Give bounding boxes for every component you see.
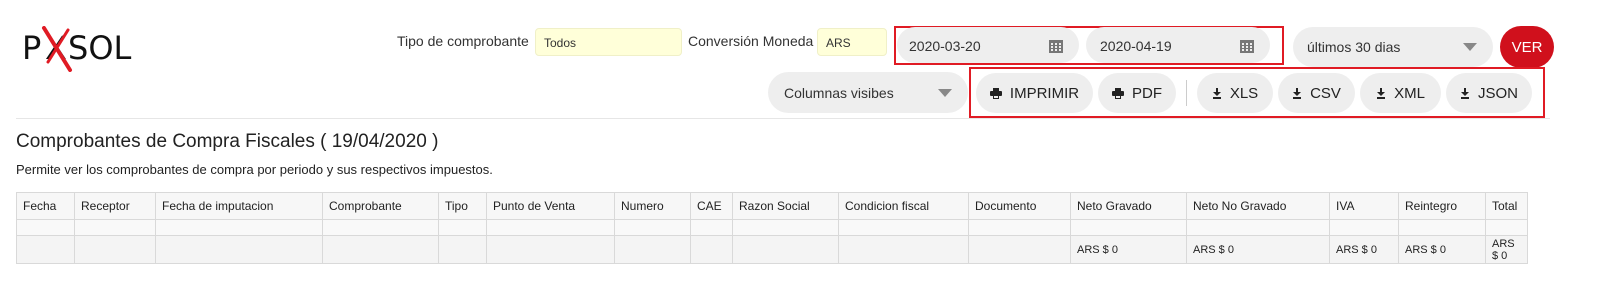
column-header[interactable]: Neto No Gravado (1186, 192, 1330, 220)
totals-cell (732, 235, 839, 264)
column-header[interactable]: Documento (968, 192, 1071, 220)
divider (1186, 80, 1187, 106)
column-header[interactable]: Receptor (74, 192, 156, 220)
logo-text-p: P (22, 29, 42, 67)
column-header[interactable]: CAE (690, 192, 733, 220)
columnas-visibles-label: Columnas visibes (784, 85, 894, 101)
table-cell (1485, 219, 1528, 236)
totals-cell (322, 235, 439, 264)
tipo-comprobante-label: Tipo de comprobante (397, 33, 529, 49)
totals-cell-total: ARS $ 0 (1485, 235, 1528, 264)
conversion-moneda-label: Conversión Moneda (688, 33, 814, 49)
period-select-value: últimos 30 dias (1307, 39, 1401, 55)
header-divider (16, 118, 1550, 119)
totals-cell (838, 235, 969, 264)
imprimir-label: IMPRIMIR (1009, 84, 1080, 102)
totals-cell (438, 235, 487, 264)
totals-cell (614, 235, 691, 264)
date-from-input[interactable]: 2020-03-20 (897, 27, 1079, 63)
comprobantes-table: Fecha Receptor Fecha de imputacion Compr… (16, 192, 1528, 264)
totals-cell (74, 235, 156, 264)
xls-button[interactable]: XLS (1197, 73, 1273, 113)
date-from-value: 2020-03-20 (909, 38, 981, 54)
period-select[interactable]: últimos 30 dias (1293, 27, 1493, 67)
table-totals-row: ARS $ 0 ARS $ 0 ARS $ 0 ARS $ 0 ARS $ 0 (16, 235, 1528, 264)
download-icon (1212, 87, 1222, 99)
columnas-visibles-select[interactable]: Columnas visibes (768, 72, 968, 113)
imprimir-button[interactable]: IMPRIMIR (976, 73, 1093, 113)
totals-cell-neto-no-gravado: ARS $ 0 (1186, 235, 1330, 264)
json-button[interactable]: JSON (1446, 73, 1532, 113)
column-header[interactable]: Fecha (16, 192, 75, 220)
conversion-moneda-select[interactable]: ARS (817, 28, 887, 56)
totals-cell-neto-gravado: ARS $ 0 (1070, 235, 1187, 264)
chevron-down-icon (938, 89, 952, 97)
page-description: Permite ver los comprobantes de compra p… (16, 162, 493, 177)
column-header[interactable]: Total (1485, 192, 1528, 220)
table-cell (732, 219, 839, 236)
date-to-value: 2020-04-19 (1100, 38, 1172, 54)
table-cell (1398, 219, 1486, 236)
printer-icon (989, 87, 1002, 99)
xls-label: XLS (1229, 84, 1259, 102)
pdf-button[interactable]: PDF (1098, 73, 1176, 113)
pxsol-logo: P X SOL (22, 26, 131, 72)
table-cell (614, 219, 691, 236)
table-cell (1186, 219, 1330, 236)
column-header[interactable]: Condicion fiscal (838, 192, 969, 220)
xml-label: XML (1394, 84, 1425, 102)
table-cell (486, 219, 615, 236)
totals-cell (690, 235, 733, 264)
table-header-row: Fecha Receptor Fecha de imputacion Compr… (16, 192, 1528, 220)
pdf-label: PDF (1132, 84, 1162, 102)
table-cell (74, 219, 156, 236)
download-icon (1292, 87, 1302, 99)
totals-cell (968, 235, 1071, 264)
download-icon (1460, 87, 1470, 99)
chevron-down-icon (1463, 43, 1477, 51)
totals-cell-reintegro: ARS $ 0 (1398, 235, 1486, 264)
table-cell (1070, 219, 1187, 236)
totals-cell (155, 235, 323, 264)
table-cell (155, 219, 323, 236)
table-cell (838, 219, 969, 236)
csv-button[interactable]: CSV (1278, 73, 1355, 113)
totals-cell-iva: ARS $ 0 (1329, 235, 1399, 264)
date-to-input[interactable]: 2020-04-19 (1086, 27, 1270, 63)
table-row-empty (16, 219, 1528, 236)
column-header[interactable]: Comprobante (322, 192, 439, 220)
column-header[interactable]: Fecha de imputacion (155, 192, 323, 220)
table-cell (690, 219, 733, 236)
column-header[interactable]: Tipo (438, 192, 487, 220)
column-header[interactable]: Neto Gravado (1070, 192, 1187, 220)
table-cell (968, 219, 1071, 236)
column-header[interactable]: IVA (1329, 192, 1399, 220)
printer-icon (1112, 87, 1124, 99)
totals-cell (486, 235, 615, 264)
calendar-icon (1049, 40, 1063, 53)
table-cell (1329, 219, 1399, 236)
column-header[interactable]: Numero (614, 192, 691, 220)
page-title: Comprobantes de Compra Fiscales ( 19/04/… (16, 131, 439, 152)
tipo-comprobante-select[interactable]: Todos (535, 28, 682, 56)
column-header[interactable]: Razon Social (732, 192, 839, 220)
download-icon (1376, 87, 1386, 99)
logo-text-sol: SOL (68, 29, 132, 67)
column-header[interactable]: Punto de Venta (486, 192, 615, 220)
ver-button[interactable]: VER (1500, 26, 1554, 68)
column-header[interactable]: Reintegro (1398, 192, 1486, 220)
xml-button[interactable]: XML (1360, 73, 1441, 113)
csv-label: CSV (1310, 84, 1341, 102)
calendar-icon (1240, 40, 1254, 53)
json-label: JSON (1477, 84, 1518, 102)
table-cell (16, 219, 75, 236)
totals-cell (16, 235, 75, 264)
table-cell (438, 219, 487, 236)
table-cell (322, 219, 439, 236)
